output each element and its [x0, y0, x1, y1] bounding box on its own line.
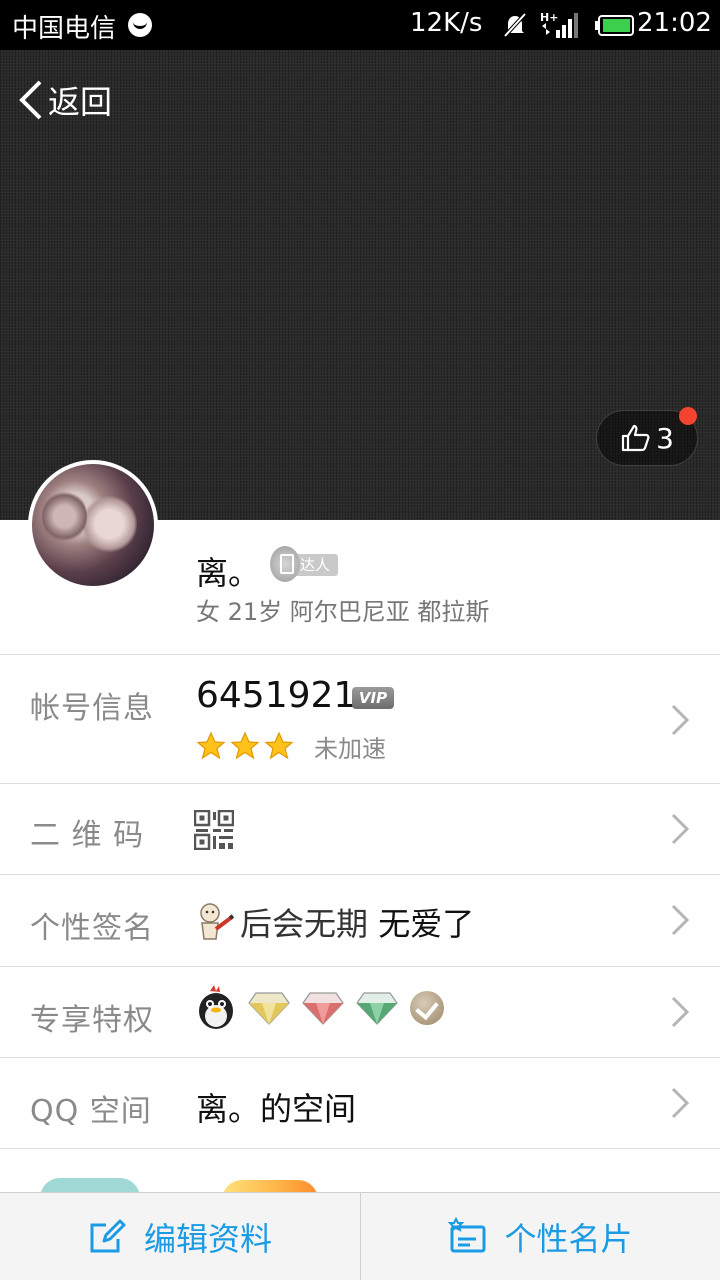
row-label: 帐号信息 [30, 691, 154, 726]
personal-card-button[interactable]: 个性名片 [360, 1193, 720, 1280]
clock: 21:02 [637, 8, 712, 38]
signal-strength-icon: H+ [540, 11, 578, 38]
notification-dot [679, 407, 697, 425]
qzone-name: 离。的空间 [196, 1090, 357, 1128]
like-button[interactable]: 3 [596, 407, 698, 466]
vip-badge: VIP [352, 687, 394, 709]
account-number: 6451921 [196, 675, 357, 716]
network-speed: 12K/s [410, 8, 483, 38]
qzone-row[interactable]: QQ 空间 离。的空间 [0, 1058, 720, 1148]
row-label: QQ 空间 [30, 1094, 152, 1129]
chevron-right-icon [671, 904, 690, 936]
edit-profile-button[interactable]: 编辑资料 [0, 1193, 360, 1280]
edit-profile-label: 编辑资料 [143, 1220, 272, 1258]
battery-icon [595, 15, 634, 36]
back-button[interactable]: 返回 [16, 76, 112, 124]
chevron-right-icon [671, 996, 690, 1028]
personal-card-label: 个性名片 [504, 1220, 633, 1258]
profile-name: 离。 [196, 554, 261, 592]
mute-bell-icon [503, 12, 527, 38]
level-stars [196, 731, 294, 761]
star-icon [196, 731, 226, 760]
status-bar: 中国电信 12K/s H+ 21:02 [0, 0, 720, 50]
qrcode-row[interactable]: 二 维 码 [0, 784, 720, 874]
chevron-left-icon [19, 80, 42, 120]
bottom-action-bar: 编辑资料 个性名片 [0, 1192, 720, 1280]
gold-diamond-icon [248, 992, 290, 1025]
carrier-logo-icon [128, 13, 152, 37]
privileges-row[interactable]: 专享特权 [0, 967, 720, 1057]
phone-icon [270, 546, 300, 582]
acceleration-status: 未加速 [314, 735, 386, 763]
chevron-right-icon [671, 704, 690, 736]
green-diamond-icon [356, 992, 398, 1025]
coin-check-icon [410, 991, 444, 1025]
avatar[interactable] [28, 460, 158, 590]
signature-doll-icon [200, 903, 234, 940]
cover-background: 返回 3 [0, 50, 720, 520]
row-label: 二 维 码 [30, 818, 145, 853]
signature-text-part2: 无爱了 [378, 905, 475, 943]
red-diamond-icon [302, 992, 344, 1025]
star-icon [264, 731, 294, 760]
back-label: 返回 [48, 83, 113, 121]
chevron-right-icon [671, 813, 690, 845]
carrier-name: 中国电信 [12, 14, 117, 44]
signature-row[interactable]: 个性签名 后会无期 无爱了 [0, 875, 720, 966]
penguin-icon [199, 985, 233, 1029]
qrcode-icon [194, 810, 234, 850]
thumbs-up-icon [621, 424, 650, 452]
profile-meta: 女 21岁 阿尔巴尼亚 都拉斯 [196, 598, 490, 626]
row-label: 个性签名 [30, 911, 154, 946]
signature-text: 后会无期 无爱了 [240, 899, 474, 945]
edit-icon [90, 1219, 126, 1253]
mobile-expert-badge[interactable]: 达人 [270, 546, 340, 582]
row-label: 专享特权 [30, 1003, 154, 1038]
svg-text:H+: H+ [540, 11, 558, 24]
card-icon [448, 1217, 486, 1253]
divider [0, 1148, 720, 1149]
privilege-icons [196, 985, 444, 1031]
like-count: 3 [656, 421, 674, 455]
account-info-row[interactable]: 帐号信息 6451921 VIP 未加速 [0, 655, 720, 783]
star-icon [230, 731, 260, 760]
signature-text-part1: 后会无期 [240, 905, 379, 943]
chevron-right-icon [671, 1087, 690, 1119]
